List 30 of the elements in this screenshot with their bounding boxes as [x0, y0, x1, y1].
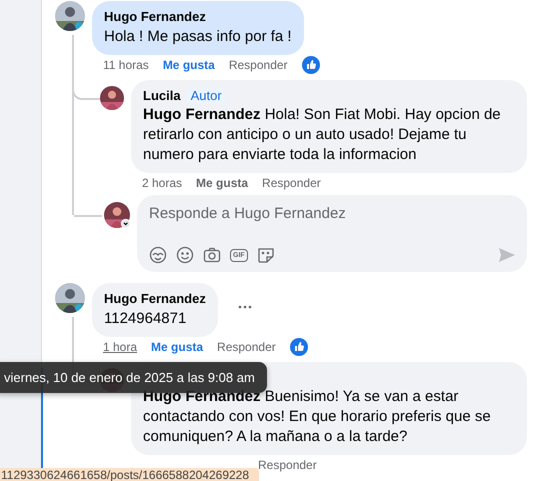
timestamp-link[interactable]: 1 hora [103, 340, 138, 354]
like-reaction-icon[interactable] [290, 338, 308, 356]
emoji-icon[interactable] [176, 246, 194, 264]
comment-text: 1124964871 [104, 309, 188, 329]
author-badge: Autor [186, 88, 226, 104]
timestamp-link[interactable]: 11 horas [103, 58, 149, 72]
like-link[interactable]: Me gusta [151, 340, 204, 354]
author-name[interactable]: Lucila [143, 88, 181, 104]
reply-link[interactable]: Responder [258, 458, 317, 472]
avatar[interactable] [55, 283, 85, 313]
author-name[interactable]: Hugo Fernandez [104, 291, 206, 307]
reply-link[interactable]: Responder [228, 58, 288, 72]
timestamp-link[interactable]: 2 horas [142, 176, 182, 190]
like-link[interactable]: Me gusta [162, 58, 215, 72]
avatar[interactable] [100, 86, 124, 110]
reply-text: Hugo Fernandez Hola! Son Fiat Mobi. Hay opcion de retirarlo con anticipo o un auto usado! Dejame tu numero para enviarte toda la informacion [143, 105, 502, 165]
thread-connector [74, 215, 102, 217]
avatar[interactable] [55, 1, 85, 31]
date-tooltip: viernes, 10 de enero de 2025 a las 9:08 am [0, 362, 267, 393]
like-link[interactable]: Me gusta [196, 176, 248, 190]
reply-link[interactable]: Responder [217, 340, 276, 354]
comment-text: Hola ! Me pasas info por fa ! [104, 27, 292, 47]
author-name[interactable]: Hugo Fernandez [104, 9, 206, 25]
avatar[interactable] [104, 202, 130, 228]
reply-link[interactable]: Responder [262, 176, 321, 190]
sticker-icon[interactable] [256, 246, 275, 264]
like-reaction-icon[interactable] [302, 56, 320, 74]
avatar-sticker-icon[interactable] [149, 246, 167, 264]
more-icon[interactable] [238, 305, 252, 309]
camera-icon[interactable] [203, 246, 221, 264]
